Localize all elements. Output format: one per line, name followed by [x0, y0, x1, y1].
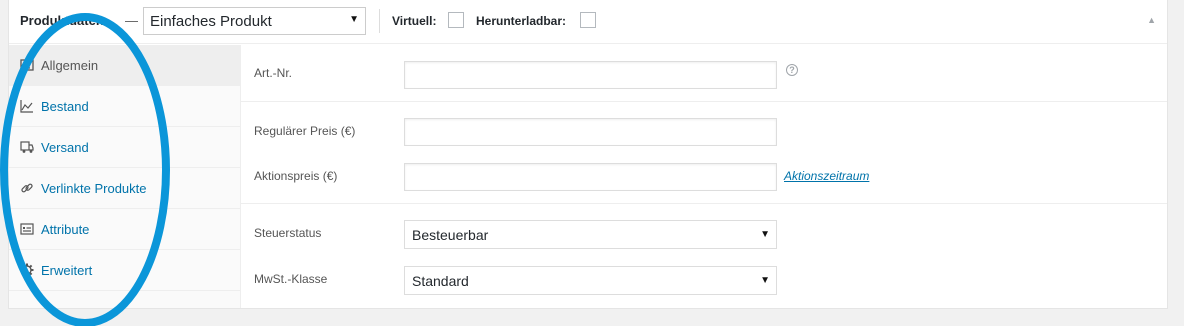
product-data-panel: Produktdaten — Einfaches Produkt ▼ Virtu… — [8, 0, 1168, 309]
downloadable-checkbox[interactable] — [580, 12, 596, 28]
tax-status-select[interactable]: Besteuerbar ▼ — [404, 220, 777, 249]
virtual-label: Virtuell: — [392, 14, 437, 28]
tax-status-label: Steuerstatus — [254, 226, 322, 240]
tax-class-label: MwSt.-Klasse — [254, 272, 328, 286]
virtual-checkbox[interactable] — [448, 12, 464, 28]
panel-header: Produktdaten — Einfaches Produkt ▼ Virtu… — [9, 0, 1167, 44]
general-panel: Art.-Nr. ? Regulärer Preis (€) Aktionspr… — [241, 45, 1167, 308]
tax-class-value: Standard — [412, 273, 469, 289]
tab-inventory[interactable]: Bestand — [9, 86, 240, 127]
header-divider — [379, 9, 380, 33]
tab-label-attributes: Attribute — [41, 222, 90, 237]
chevron-down-icon: ▼ — [760, 229, 770, 240]
tax-class-select[interactable]: Standard ▼ — [404, 266, 777, 295]
tab-label-linked-products: Verlinkte Produkte — [41, 181, 147, 196]
regular-price-label: Regulärer Preis (€) — [254, 124, 356, 138]
sale-price-input[interactable] — [404, 163, 777, 191]
product-type-value: Einfaches Produkt — [150, 13, 272, 30]
pricing-group: Regulärer Preis (€) Aktionspreis (€) Akt… — [241, 102, 1167, 204]
regular-price-input[interactable] — [404, 118, 777, 146]
product-type-select[interactable]: Einfaches Produkt ▼ — [143, 7, 366, 35]
inventory-chart-icon — [20, 99, 34, 113]
tab-label-shipping: Versand — [41, 140, 89, 155]
sale-schedule-link[interactable]: Aktionszeitraum — [784, 169, 869, 183]
sku-label: Art.-Nr. — [254, 66, 292, 80]
product-data-tabs: Allgemein Bestand Versand Verlinkte Prod… — [9, 45, 241, 308]
link-icon — [20, 181, 34, 195]
list-icon — [20, 222, 34, 236]
chevron-down-icon: ▼ — [349, 14, 359, 25]
sku-input[interactable] — [404, 61, 777, 89]
tax-status-value: Besteuerbar — [412, 227, 489, 243]
collapse-toggle-icon[interactable]: ▲ — [1147, 15, 1156, 25]
title-separator: — — [125, 13, 138, 28]
tab-label-general: Allgemein — [41, 58, 99, 73]
tab-general[interactable]: Allgemein — [9, 45, 240, 86]
sku-group: Art.-Nr. ? — [241, 45, 1167, 102]
tax-group: Steuerstatus Besteuerbar ▼ MwSt.-Klasse … — [241, 204, 1167, 308]
truck-icon — [20, 140, 34, 154]
tab-advanced[interactable]: Erweitert — [9, 250, 240, 291]
tab-attributes[interactable]: Attribute — [9, 209, 240, 250]
gear-icon — [20, 263, 34, 277]
tab-label-inventory: Bestand — [41, 99, 89, 114]
chevron-down-icon: ▼ — [760, 275, 770, 286]
tab-shipping[interactable]: Versand — [9, 127, 240, 168]
tab-linked-products[interactable]: Verlinkte Produkte — [9, 168, 240, 209]
sale-price-label: Aktionspreis (€) — [254, 169, 338, 183]
tab-label-advanced: Erweitert — [41, 263, 93, 278]
downloadable-label: Herunterladbar: — [476, 14, 567, 28]
help-icon[interactable]: ? — [786, 64, 798, 76]
panel-title: Produktdaten — [20, 13, 104, 28]
general-icon — [20, 58, 34, 72]
